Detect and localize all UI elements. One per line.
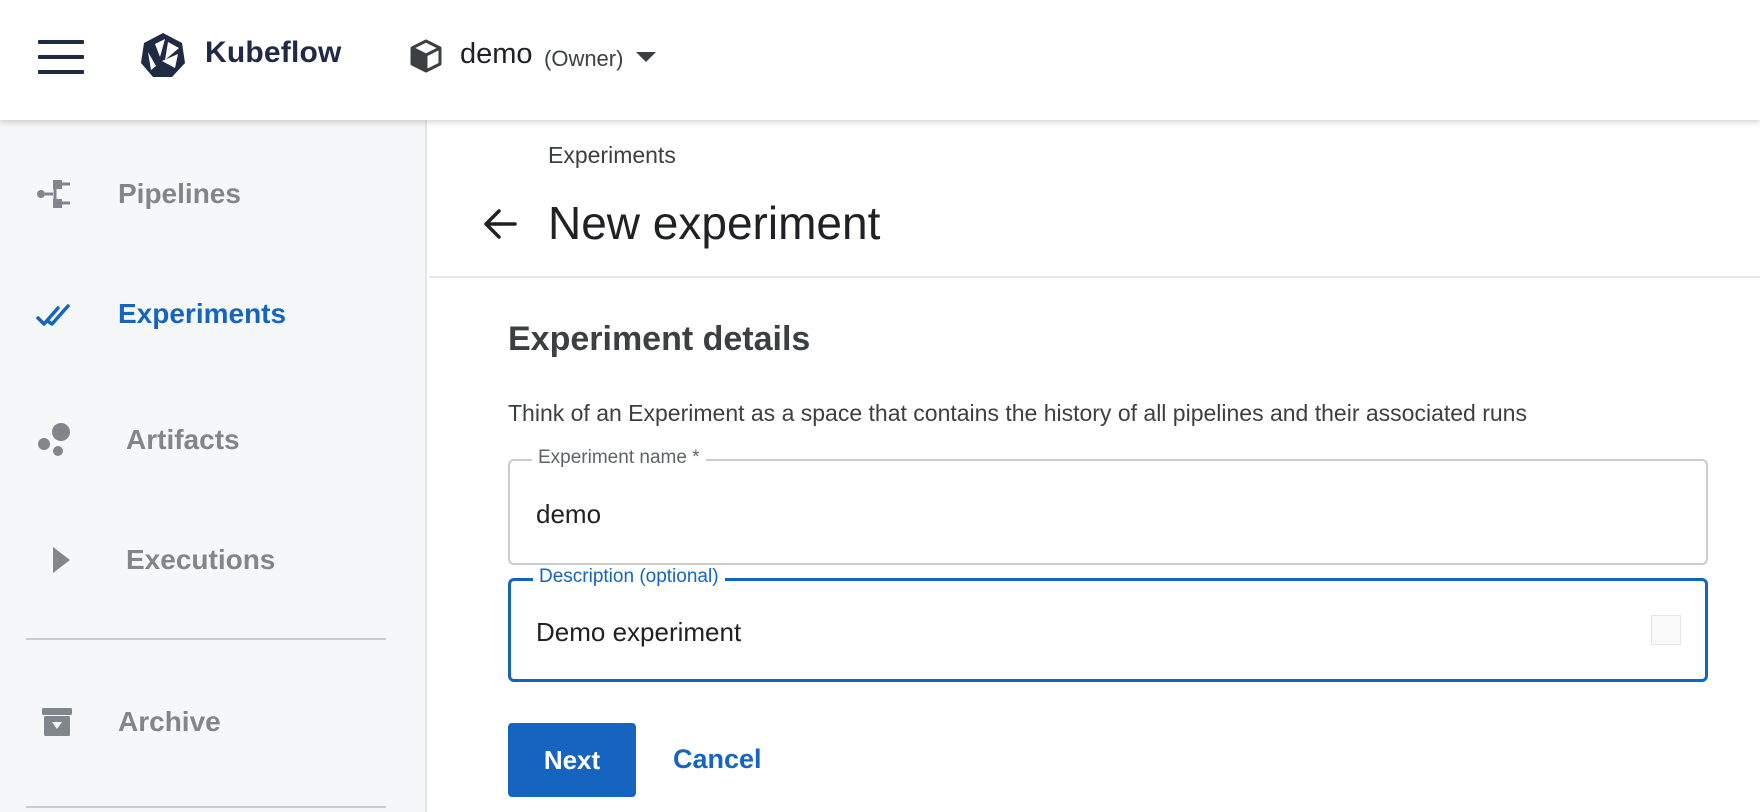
caret-down-icon[interactable] bbox=[636, 52, 656, 62]
back-arrow-icon[interactable] bbox=[479, 202, 523, 246]
experiment-name-value: demo bbox=[536, 499, 602, 529]
namespace-name: demo bbox=[460, 38, 533, 70]
main-content: Experiments New experiment Experiment de… bbox=[429, 120, 1760, 812]
breadcrumb[interactable]: Experiments bbox=[548, 142, 676, 169]
description-field[interactable]: Description (optional) Demo experiment bbox=[508, 566, 1708, 682]
kubeflow-logo-icon bbox=[141, 33, 185, 77]
sidebar-item-experiments[interactable]: Experiments bbox=[0, 274, 427, 354]
cancel-button[interactable]: Cancel bbox=[673, 744, 762, 775]
sidebar-item-label: Pipelines bbox=[118, 178, 241, 209]
sidebar-item-executions[interactable]: Executions bbox=[0, 520, 427, 600]
section-title: Experiment details bbox=[508, 320, 811, 358]
cube-icon bbox=[410, 39, 442, 73]
artifacts-icon bbox=[38, 423, 70, 456]
next-button[interactable]: Next bbox=[508, 723, 636, 797]
experiment-name-label: Experiment name * bbox=[532, 447, 706, 469]
brand-name: Kubeflow bbox=[205, 36, 342, 69]
page-title: New experiment bbox=[548, 197, 881, 249]
sidebar: Pipelines Experiments Artifacts Executio… bbox=[0, 120, 427, 812]
sidebar-item-label: Archive bbox=[118, 706, 221, 737]
sidebar-divider bbox=[26, 806, 386, 808]
top-app-bar: Kubeflow demo (Owner) bbox=[0, 0, 1760, 120]
resize-handle[interactable] bbox=[1651, 615, 1681, 645]
sidebar-item-label: Artifacts bbox=[126, 424, 240, 455]
namespace-role: (Owner) bbox=[544, 46, 624, 71]
header-divider bbox=[429, 276, 1760, 278]
sidebar-item-archive[interactable]: Archive bbox=[0, 682, 427, 762]
pipelines-icon bbox=[37, 180, 70, 208]
sidebar-item-label: Experiments bbox=[118, 298, 287, 329]
sidebar-item-pipelines[interactable]: Pipelines bbox=[0, 154, 427, 234]
sidebar-item-label: Executions bbox=[126, 544, 276, 575]
hamburger-menu-icon[interactable] bbox=[38, 40, 84, 74]
description-value: Demo experiment bbox=[536, 617, 742, 647]
experiment-name-field[interactable]: Experiment name * demo bbox=[508, 447, 1708, 565]
experiments-icon bbox=[36, 304, 70, 326]
description-label: Description (optional) bbox=[533, 566, 725, 588]
section-description: Think of an Experiment as a space that c… bbox=[508, 400, 1527, 426]
play-icon bbox=[53, 547, 70, 573]
sidebar-item-artifacts[interactable]: Artifacts bbox=[0, 400, 427, 480]
sidebar-divider bbox=[26, 638, 386, 640]
archive-icon bbox=[42, 708, 72, 736]
